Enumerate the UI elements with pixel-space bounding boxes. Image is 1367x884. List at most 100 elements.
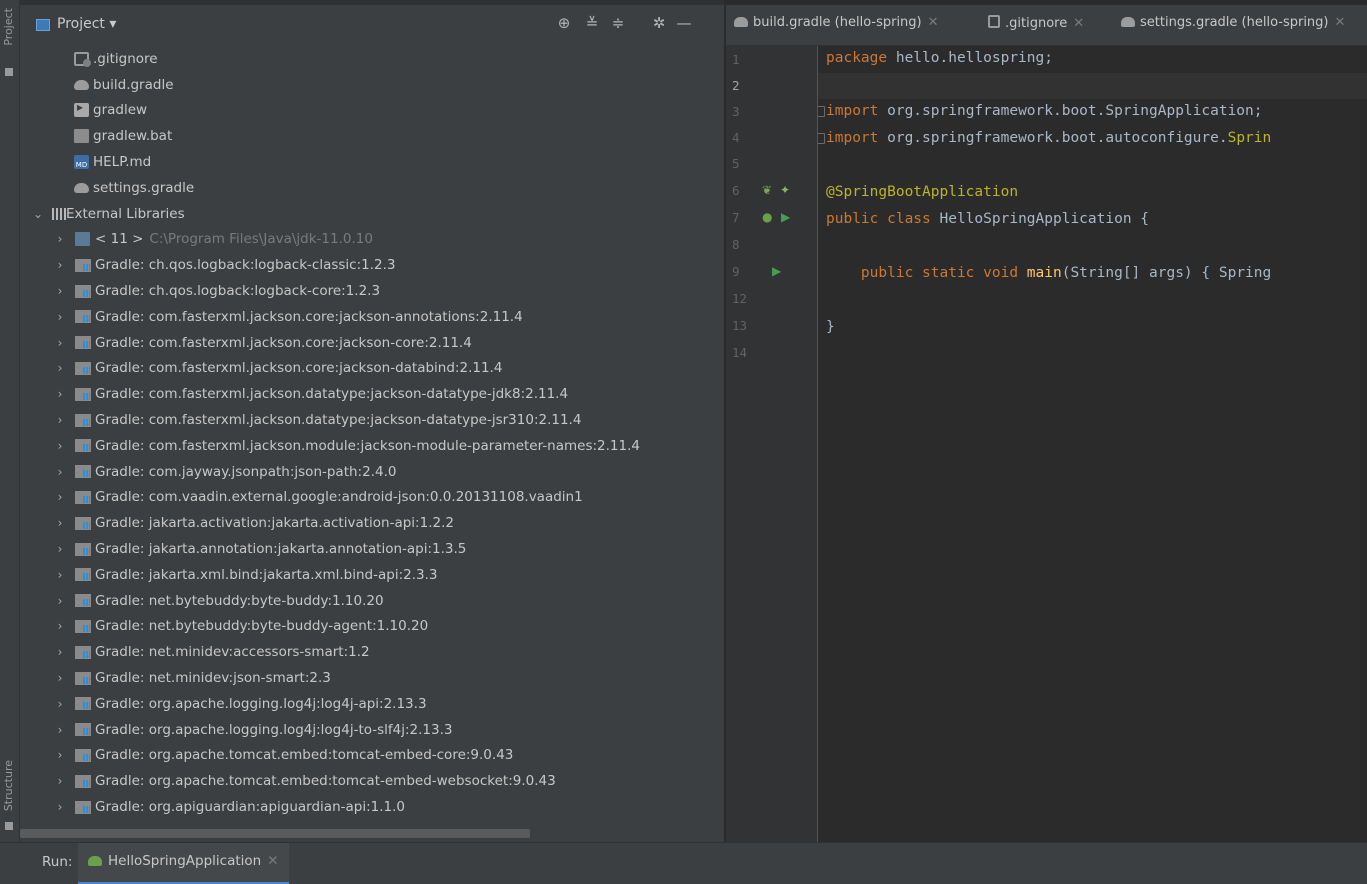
library-icon (75, 413, 91, 427)
chevron-right-icon[interactable]: › (54, 387, 66, 401)
fold-marker-icon[interactable] (818, 106, 825, 117)
library-icon (75, 594, 91, 608)
structure-tool-window-label[interactable]: Structure (2, 760, 15, 811)
tree-item[interactable]: › Gradle: org.apache.logging.log4j:log4j-… (20, 691, 724, 717)
close-icon[interactable]: ✕ (1073, 16, 1084, 31)
tree-item-label: Gradle: org.apache.tomcat.embed:tomcat-e… (95, 773, 556, 790)
chevron-right-icon[interactable]: › (54, 594, 66, 608)
structure-tool-icon[interactable] (5, 822, 13, 830)
chevron-right-icon[interactable]: › (54, 336, 66, 350)
tree-item-label: Gradle: com.fasterxml.jackson.core:jacks… (95, 360, 503, 377)
tree-item[interactable]: › Gradle: ch.qos.logback:logback-core:1.2… (20, 278, 724, 304)
tree-item[interactable]: › Gradle: com.fasterxml.jackson.datatype:… (20, 407, 724, 433)
tree-item[interactable]: › Gradle: net.bytebuddy:byte-buddy-agent:… (20, 614, 724, 640)
tree-item[interactable]: › Gradle: org.apache.logging.log4j:log4j-… (20, 717, 724, 743)
spring-bean-icon[interactable]: ❦ (762, 183, 772, 197)
tree-item[interactable]: .gitignore (20, 46, 724, 72)
library-icon (75, 697, 91, 711)
project-view-selector[interactable]: Project ▾ (57, 16, 116, 32)
tree-item[interactable]: › Gradle: com.fasterxml.jackson.core:jack… (20, 330, 724, 356)
run-arrow-icon[interactable]: ▶ (781, 210, 790, 224)
tree-item[interactable]: › Gradle: net.minidev:json-smart:2.3 (20, 665, 724, 691)
chevron-right-icon[interactable]: › (54, 645, 66, 659)
chevron-right-icon[interactable]: › (54, 439, 66, 453)
tree-item[interactable]: › Gradle: org.apache.tomcat.embed:tomcat-… (20, 743, 724, 769)
tree-item[interactable]: build.gradle (20, 72, 724, 98)
tree-item[interactable]: › Gradle: com.fasterxml.jackson.core:jack… (20, 356, 724, 382)
chevron-right-icon[interactable]: › (54, 516, 66, 530)
project-panel: Project ▾ ⊕ ≚ ≑ ✲ — .gitignore build.grad… (20, 0, 725, 842)
project-tool-window-label[interactable]: Project (2, 8, 15, 46)
line-number: 4 (732, 130, 740, 145)
tree-item[interactable]: settings.gradle (20, 175, 724, 201)
close-icon[interactable]: ✕ (1335, 15, 1346, 30)
chevron-right-icon[interactable]: › (54, 258, 66, 272)
tree-item-label: Gradle: com.fasterxml.jackson.datatype:j… (95, 386, 569, 403)
run-tool-bar: Run: HelloSpringApplication ✕ (0, 842, 1367, 884)
library-icon (75, 516, 91, 530)
tree-item[interactable]: › Gradle: org.apiguardian:apiguardian-api… (20, 794, 724, 820)
tree-item[interactable]: › Gradle: jakarta.annotation:jakarta.anno… (20, 536, 724, 562)
gear-icon[interactable]: ✲ (650, 14, 668, 32)
run-arrow-icon[interactable]: ▶ (772, 264, 781, 278)
run-tab-label: HelloSpringApplication (108, 853, 262, 869)
chevron-right-icon[interactable]: › (54, 723, 66, 737)
tree-item-label: gradlew (93, 102, 148, 119)
collapse-all-icon[interactable]: ≑ (609, 14, 627, 32)
chevron-down-icon[interactable]: ⌄ (32, 207, 44, 221)
library-icon (75, 465, 91, 479)
close-icon[interactable]: ✕ (267, 853, 278, 869)
chevron-right-icon[interactable]: › (54, 490, 66, 504)
tree-item[interactable]: › Gradle: com.fasterxml.jackson.core:jack… (20, 304, 724, 330)
minimize-icon[interactable]: — (675, 14, 693, 32)
project-tree: .gitignore build.gradle gradlew gradlew.bat… (20, 46, 724, 820)
tree-item-label: < 11 > C:\Program Files\Java\jdk-11.0.10 (95, 231, 373, 248)
chevron-right-icon[interactable]: › (54, 361, 66, 375)
tab-build-gradle[interactable]: build.gradle (hello-spring) ✕ (734, 15, 939, 30)
code-area[interactable]: package hello.hellospring; import org.sp… (818, 46, 1367, 842)
close-icon[interactable]: ✕ (928, 15, 939, 30)
chevron-right-icon[interactable]: › (54, 800, 66, 814)
spring-run-icon[interactable]: ● (762, 210, 772, 224)
chevron-right-icon[interactable]: › (54, 568, 66, 582)
tree-item[interactable]: gradlew (20, 98, 724, 124)
tree-item[interactable]: MD HELP.md (20, 149, 724, 175)
tree-item[interactable]: › < 11 > C:\Program Files\Java\jdk-11.0.10 (20, 227, 724, 253)
chevron-right-icon[interactable]: › (54, 619, 66, 633)
tree-item[interactable]: › Gradle: net.minidev:accessors-smart:1.2 (20, 639, 724, 665)
chevron-right-icon[interactable]: › (54, 413, 66, 427)
chevron-right-icon[interactable]: › (54, 284, 66, 298)
chevron-right-icon[interactable]: › (54, 671, 66, 685)
run-tab-hellospringapplication[interactable]: HelloSpringApplication ✕ (78, 843, 289, 884)
tree-item[interactable]: ⌄ External Libraries (20, 201, 724, 227)
library-icon (75, 645, 91, 659)
project-tool-icon[interactable] (5, 68, 13, 76)
tree-item[interactable]: gradlew.bat (20, 123, 724, 149)
project-panel-header: Project ▾ ⊕ ≚ ≑ ✲ — (20, 0, 724, 46)
tree-item[interactable]: › Gradle: com.vaadin.external.google:andr… (20, 485, 724, 511)
gradle-file-icon (734, 17, 748, 27)
tree-item[interactable]: › Gradle: jakarta.activation:jakarta.acti… (20, 510, 724, 536)
horizontal-scrollbar[interactable] (20, 829, 530, 838)
chevron-right-icon[interactable]: › (54, 232, 66, 246)
tab-gitignore[interactable]: .gitignore ✕ (988, 15, 1084, 31)
fold-marker-icon[interactable] (818, 133, 825, 144)
chevron-right-icon[interactable]: › (54, 465, 66, 479)
tab-settings-gradle[interactable]: settings.gradle (hello-spring) ✕ (1121, 15, 1345, 30)
expand-all-icon[interactable]: ≚ (583, 14, 601, 32)
tree-item[interactable]: › Gradle: ch.qos.logback:logback-classic:… (20, 252, 724, 278)
tree-item[interactable]: › Gradle: com.fasterxml.jackson.datatype:… (20, 381, 724, 407)
tree-item[interactable]: › Gradle: net.bytebuddy:byte-buddy:1.10.2… (20, 588, 724, 614)
spring-boot-icon[interactable]: ✦ (780, 183, 790, 197)
chevron-right-icon[interactable]: › (54, 542, 66, 556)
chevron-right-icon[interactable]: › (54, 697, 66, 711)
editor-gutter[interactable]: 1 2 3 4 5 6 7 8 9 12 13 14 ❦ ✦ ● ▶ ▶ (726, 46, 818, 842)
locate-icon[interactable]: ⊕ (555, 14, 573, 32)
tree-item[interactable]: › Gradle: com.fasterxml.jackson.module:ja… (20, 433, 724, 459)
tree-item[interactable]: › Gradle: com.jayway.jsonpath:json-path:2… (20, 459, 724, 485)
tree-item[interactable]: › Gradle: jakarta.xml.bind:jakarta.xml.bi… (20, 562, 724, 588)
chevron-right-icon[interactable]: › (54, 774, 66, 788)
tree-item[interactable]: › Gradle: org.apache.tomcat.embed:tomcat-… (20, 768, 724, 794)
chevron-right-icon[interactable]: › (54, 310, 66, 324)
chevron-right-icon[interactable]: › (54, 748, 66, 762)
